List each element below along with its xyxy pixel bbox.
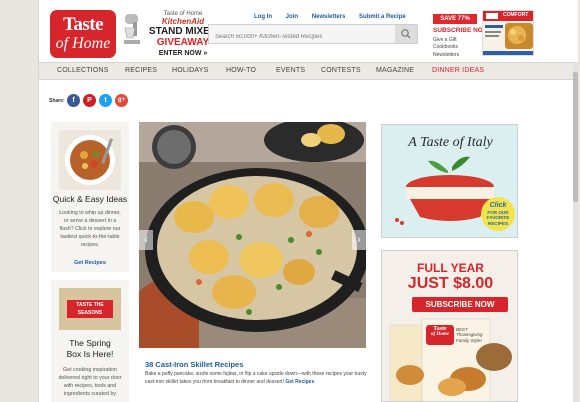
italy-cta-line1: Click [489, 202, 507, 209]
nav-events[interactable]: EVENTS [276, 67, 305, 74]
subscribe-now-link[interactable]: SUBSCRIBE NOW [433, 27, 489, 34]
nav-how-to[interactable]: HOW-TO [226, 67, 256, 74]
page: Taste of Home Taste of Home KitchenAid S… [38, 0, 578, 402]
magazine-cover[interactable]: COMFORT [482, 10, 534, 56]
site-header: Taste of Home Taste of Home KitchenAid S… [39, 0, 578, 62]
logo-line2: of Home [55, 35, 111, 52]
subscription-links: Give a Gift Cookbooks Newsletters [433, 37, 459, 59]
card-desc: Get cooking inspiration delivered right … [58, 367, 122, 397]
give-gift-link[interactable]: Give a Gift [433, 37, 459, 44]
login-link[interactable]: Log In [254, 14, 272, 20]
promo-cta: ENTER NOW » [158, 50, 208, 58]
spring-box-card[interactable]: TASTE THE SEASONS The Spring Box Is Here… [51, 280, 129, 402]
full-year-text: FULL YEAR [417, 261, 484, 275]
spring-box-photo: TASTE THE SEASONS [59, 288, 121, 330]
save-badge[interactable]: SAVE 77% [433, 14, 477, 24]
nav-dinner-ideas[interactable]: DINNER IDEAS [432, 67, 484, 74]
featured-carousel[interactable]: ‹ › [139, 122, 366, 348]
search-icon [401, 29, 411, 39]
nav-magazine[interactable]: MAGAZINE [376, 67, 414, 74]
twitter-icon[interactable]: t [99, 94, 112, 107]
badge-line2: SEASONS [77, 310, 103, 316]
facebook-icon[interactable]: f [67, 94, 80, 107]
nav-contests[interactable]: CONTESTS [321, 67, 361, 74]
scrollbar-thumb[interactable] [573, 72, 578, 202]
featured-title[interactable]: 38 Cast-Iron Skillet Recipes [145, 360, 243, 369]
quick-easy-photo [59, 130, 121, 190]
scrollbar[interactable] [573, 62, 578, 402]
submit-recipe-link[interactable]: Submit a Recipe [359, 14, 406, 20]
cookbooks-link[interactable]: Cookbooks [433, 44, 459, 51]
stand-mixer-icon[interactable] [123, 12, 141, 46]
magazine-tagline: BEST Thanksgiving Family Style! [456, 327, 483, 343]
carousel-next-button[interactable]: › [352, 230, 366, 250]
taste-seasons-badge: TASTE THE SEASONS [67, 300, 113, 318]
italy-cta-line4: RECIPES [487, 220, 509, 226]
badge-line1: TASTE THE [76, 302, 104, 308]
italy-cta-badge[interactable]: Click FOR OUR FAVORITE RECIPES [481, 197, 515, 231]
newsletters-sub-link[interactable]: Newsletters [433, 52, 459, 59]
skillet-photo [139, 122, 366, 348]
taste-of-italy-ad[interactable]: A Taste of Italy Click FOR OUR FAVORITE … [381, 124, 518, 238]
featured-desc-text: Bake a puffy pancake, sizzle some fajita… [145, 371, 367, 385]
get-recipes-link[interactable]: Get Recipes [51, 260, 129, 266]
featured-desc: Bake a puffy pancake, sizzle some fajita… [145, 371, 367, 387]
subscription-ad[interactable]: FULL YEAR JUST $8.00 SUBSCRIBE NOW Taste… [381, 250, 518, 402]
card-title: Quick & Easy Ideas [52, 194, 128, 204]
logo-line1: Taste [62, 14, 104, 35]
join-link[interactable]: Join [286, 14, 298, 20]
main-nav: COLLECTIONS RECIPES HOLIDAYS HOW-TO EVEN… [39, 62, 578, 80]
nav-recipes[interactable]: RECIPES [125, 67, 157, 74]
magazine-logo: Taste of Home [426, 326, 454, 338]
mag-logo-line2: of Home [431, 332, 449, 338]
chevron-left-icon: ‹ [144, 234, 148, 246]
subscribe-now-button[interactable]: SUBSCRIBE NOW [412, 297, 508, 312]
featured-get-recipes-link[interactable]: Get Recipes [285, 379, 314, 385]
search-input[interactable] [209, 28, 395, 46]
magazine-word: COMFORT [503, 12, 529, 18]
chevron-right-icon: › [357, 234, 361, 246]
pinterest-icon[interactable]: P [83, 94, 96, 107]
card-desc: Looking to whip up dinner, or serve a de… [59, 210, 121, 248]
price-text: JUST $8.00 [407, 275, 494, 292]
search-button[interactable] [395, 25, 417, 43]
quick-easy-card[interactable]: Quick & Easy Ideas Looking to whip up di… [51, 122, 129, 272]
nav-holidays[interactable]: HOLIDAYS [172, 67, 208, 74]
search-bar [208, 24, 418, 46]
carousel-prev-button[interactable]: ‹ [139, 230, 153, 250]
top-links: Log In Join Newsletters Submit a Recipe [254, 14, 418, 20]
card-title: The Spring Box Is Here! [66, 338, 114, 359]
site-logo[interactable]: Taste of Home [50, 10, 116, 58]
newsletters-link[interactable]: Newsletters [312, 14, 346, 20]
nav-collections[interactable]: COLLECTIONS [57, 67, 109, 74]
google-plus-icon[interactable]: g+ [115, 94, 128, 107]
share-label: Share: [49, 98, 65, 104]
